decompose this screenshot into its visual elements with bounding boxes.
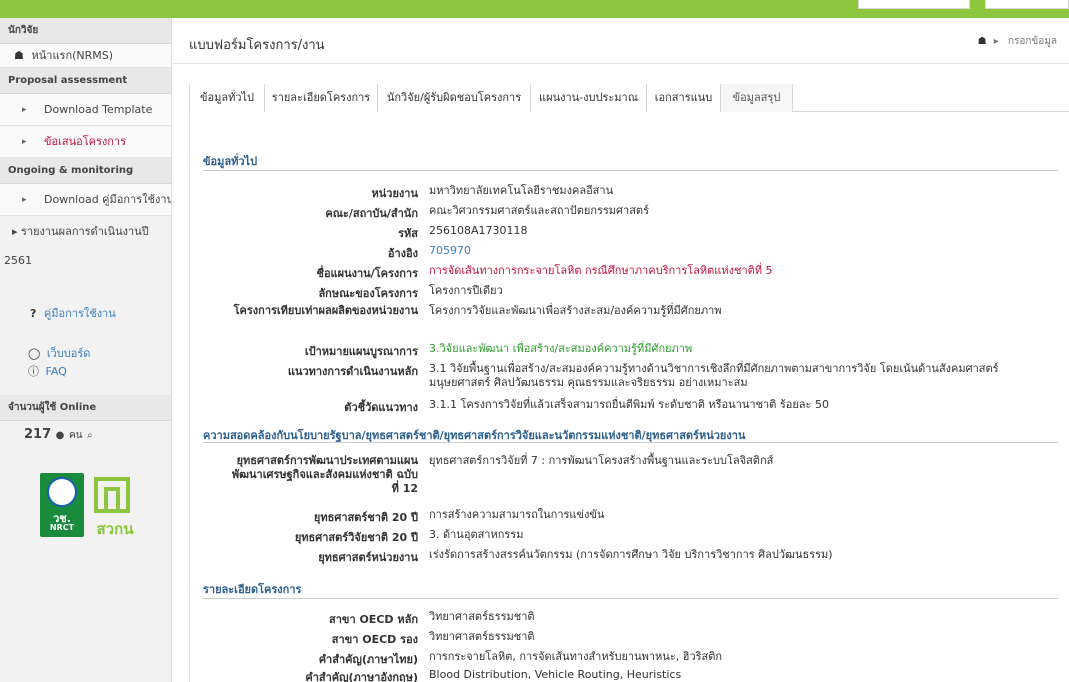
sidebar-section-ongoing: Ongoing & monitoring [0,158,171,184]
tab-general[interactable]: ข้อมูลทั่วไป [189,84,265,112]
info-label: เป้าหมายแผนบูรณาการ [304,345,418,358]
search-icon[interactable]: ⌕ [87,430,93,441]
sidebar-section-online: จำนวนผู้ใช้ Online [0,395,171,421]
top-bar-tab[interactable] [858,0,970,9]
info-label: ยุทธศาสตร์การพัฒนาประเทศตามแผนพัฒนาเศรษฐ… [231,454,418,495]
sidebar-item-label: Download Template [44,103,153,116]
info-label: คณะ/สถาบัน/สำนัก [325,207,418,220]
summary-panel: ข้อมูลทั่วไป หน่วยงาน มหาวิทยาลัยเทคโนโล… [189,112,1069,682]
info-label: หน่วยงาน [371,187,418,200]
help-circle-icon: ⓘ [28,365,39,378]
info-value: 3.1 วิจัยพื้นฐานเพื่อสร้าง/สะสมองค์ความร… [429,362,999,389]
nrct-logo-sub: NRCT [49,523,75,532]
info-value: การสร้างความสามารถในการแข่งขัน [429,508,605,521]
info-label: สาขา OECD รอง [331,633,418,646]
main-content: แบบฟอร์มโครงการ/งาน ☗ ▸ กรอกข้อมูล ข้อมู… [173,18,1069,682]
info-value: เร่งรัดการสร้างสรรค์นวัตกรรม (การจัดการศ… [429,548,833,561]
faq-link[interactable]: ⓘ FAQ [28,363,171,381]
user-manual-link[interactable]: ? คู่มือการใช้งาน [30,305,171,323]
sidebar-item-report[interactable]: ▸ รายงานผลการดำเนินงานปี [0,216,171,240]
info-label: อ้างอิง [387,247,418,260]
sidebar-section-researcher: นักวิจัย [0,18,171,44]
info-label: แนวทางการดำเนินงานหลัก [287,365,418,378]
section-divider [203,598,1058,599]
user-icon: ● [55,430,65,441]
info-value: 3.1.1 โครงการวิจัยที่แล้วเสร็จสามารถยื่น… [429,398,829,411]
info-value: Blood Distribution, Vehicle Routing, Heu… [429,668,682,681]
tab-attachments[interactable]: เอกสารแนบ [647,84,721,112]
online-unit: คน [68,430,83,441]
info-label: โครงการเทียบเท่าผลผลิตของหน่วยงาน [233,304,418,317]
page-title: แบบฟอร์มโครงการ/งาน [189,38,325,53]
sidebar-item-label: รายงานผลการดำเนินงานปี [21,225,149,238]
sidebar-report-year[interactable]: 2561 [0,240,171,267]
question-icon: ? [30,307,37,320]
sidebar-section-proposal: Proposal assessment [0,68,171,94]
info-label: ยุทธศาสตร์หน่วยงาน [318,551,418,564]
info-value: ยุทธศาสตร์การวิจัยที่ 7 : การพัฒนาโครงสร… [429,454,774,467]
chevron-right-icon: ▸ [22,195,27,205]
info-label: คำสำคัญ(ภาษาไทย) [318,653,418,666]
info-value: วิทยาศาสตร์ธรรมชาติ [429,630,535,643]
home-icon: ☗ [14,49,24,62]
info-value: มหาวิทยาลัยเทคโนโลยีราชมงคลอีสาน [429,184,614,197]
info-value: โครงการปีเดียว [429,284,503,297]
sidebar-item-download-template[interactable]: ▸ Download Template [0,94,171,126]
tab-researchers[interactable]: นักวิจัย/ผู้รับผิดชอบโครงการ [378,84,531,112]
info-label: ยุทธศาสตร์วิจัยชาติ 20 ปี [294,531,418,544]
breadcrumb-current: กรอกข้อมูล [1007,36,1057,47]
webboard-link[interactable]: ◯ เว็บบอร์ด [28,345,171,363]
top-accent-bar [0,0,1069,18]
info-value: โครงการวิจัยและพัฒนาเพื่อสร้างสะสม/องค์ค… [429,304,722,317]
nrct-logo: วช. NRCT [40,473,84,537]
tab-bar: ข้อมูลทั่วไป รายละเอียดโครงการ นักวิจัย/… [189,84,1069,113]
section-divider [203,442,1058,443]
webboard-label: เว็บบอร์ด [46,347,91,360]
info-label: รหัส [398,227,418,240]
triangle-right-icon: ▸ [12,225,18,238]
page-header: แบบฟอร์มโครงการ/งาน ☗ ▸ กรอกข้อมูล [173,18,1069,64]
online-users: 217 ● คน ⌕ [0,421,171,443]
info-value: การกระจายโลหิต, การจัดเส้นทางสำหรับยานพา… [429,650,723,663]
sidebar-item-label: ข้อเสนอโครงการ [44,135,127,148]
section-title-general: ข้อมูลทั่วไป [203,155,258,168]
info-value: คณะวิศวกรรมศาสตร์และสถาปัตยกรรมศาสตร์ [429,204,649,217]
info-label: ลักษณะของโครงการ [318,287,418,300]
faq-label: FAQ [45,365,67,378]
section-title-detail: รายละเอียดโครงการ [203,583,302,596]
tab-plan-budget[interactable]: แผนงาน-งบประมาณ [531,84,647,112]
chat-bubble-icon: ◯ [28,347,41,360]
info-value: วิทยาศาสตร์ธรรมชาติ [429,610,535,623]
reference-link[interactable]: 705970 [429,244,1049,258]
tsri-logo: สวกน [90,473,140,538]
info-label: ตัวชี้วัดแนวทาง [344,401,418,414]
sidebar-item-label: Download คู่มือการใช้งาน [44,193,171,206]
info-value: การจัดเส้นทางการกระจายโลหิต กรณีศึกษาภาค… [429,264,773,277]
info-label: สาขา OECD หลัก [329,613,418,626]
sidebar-item-download-manual[interactable]: ▸ Download คู่มือการใช้งาน [0,184,171,216]
tab-project-detail[interactable]: รายละเอียดโครงการ [265,84,378,112]
info-value: 3. ด้านอุตสาหกรรม [429,528,524,541]
info-value: 3.วิจัยและพัฒนา เพื่อสร้าง/สะสมองค์ความร… [429,342,693,355]
chevron-right-icon: ▸ [22,137,27,147]
home-icon[interactable]: ☗ [978,36,987,47]
sidebar-item-home[interactable]: ☗ หน้าแรก(NRMS) [0,44,171,68]
sidebar: นักวิจัย ☗ หน้าแรก(NRMS) Proposal assess… [0,18,172,682]
breadcrumb-separator-icon: ▸ [993,36,999,47]
tsri-logo-text: สวกน [96,520,134,538]
logos: วช. NRCT สวกน [40,473,140,543]
user-manual-label: คู่มือการใช้งาน [43,307,116,320]
top-bar-tab[interactable] [985,0,1069,9]
breadcrumb: ☗ ▸ กรอกข้อมูล [978,34,1057,49]
tab-summary[interactable]: ข้อมูลสรุป [721,84,793,113]
sidebar-item-label: หน้าแรก(NRMS) [31,49,114,62]
section-divider [203,170,1058,171]
online-count: 217 [24,427,52,442]
info-label: คำสำคัญ(ภาษาอังกฤษ) [305,671,418,682]
info-label: ชื่อแผนงาน/โครงการ [316,267,418,280]
sidebar-item-proposal[interactable]: ▸ ข้อเสนอโครงการ [0,126,171,158]
info-label: ยุทธศาสตร์ชาติ 20 ปี [313,511,418,524]
chevron-right-icon: ▸ [22,105,27,115]
info-value: 256108A1730118 [429,224,528,237]
